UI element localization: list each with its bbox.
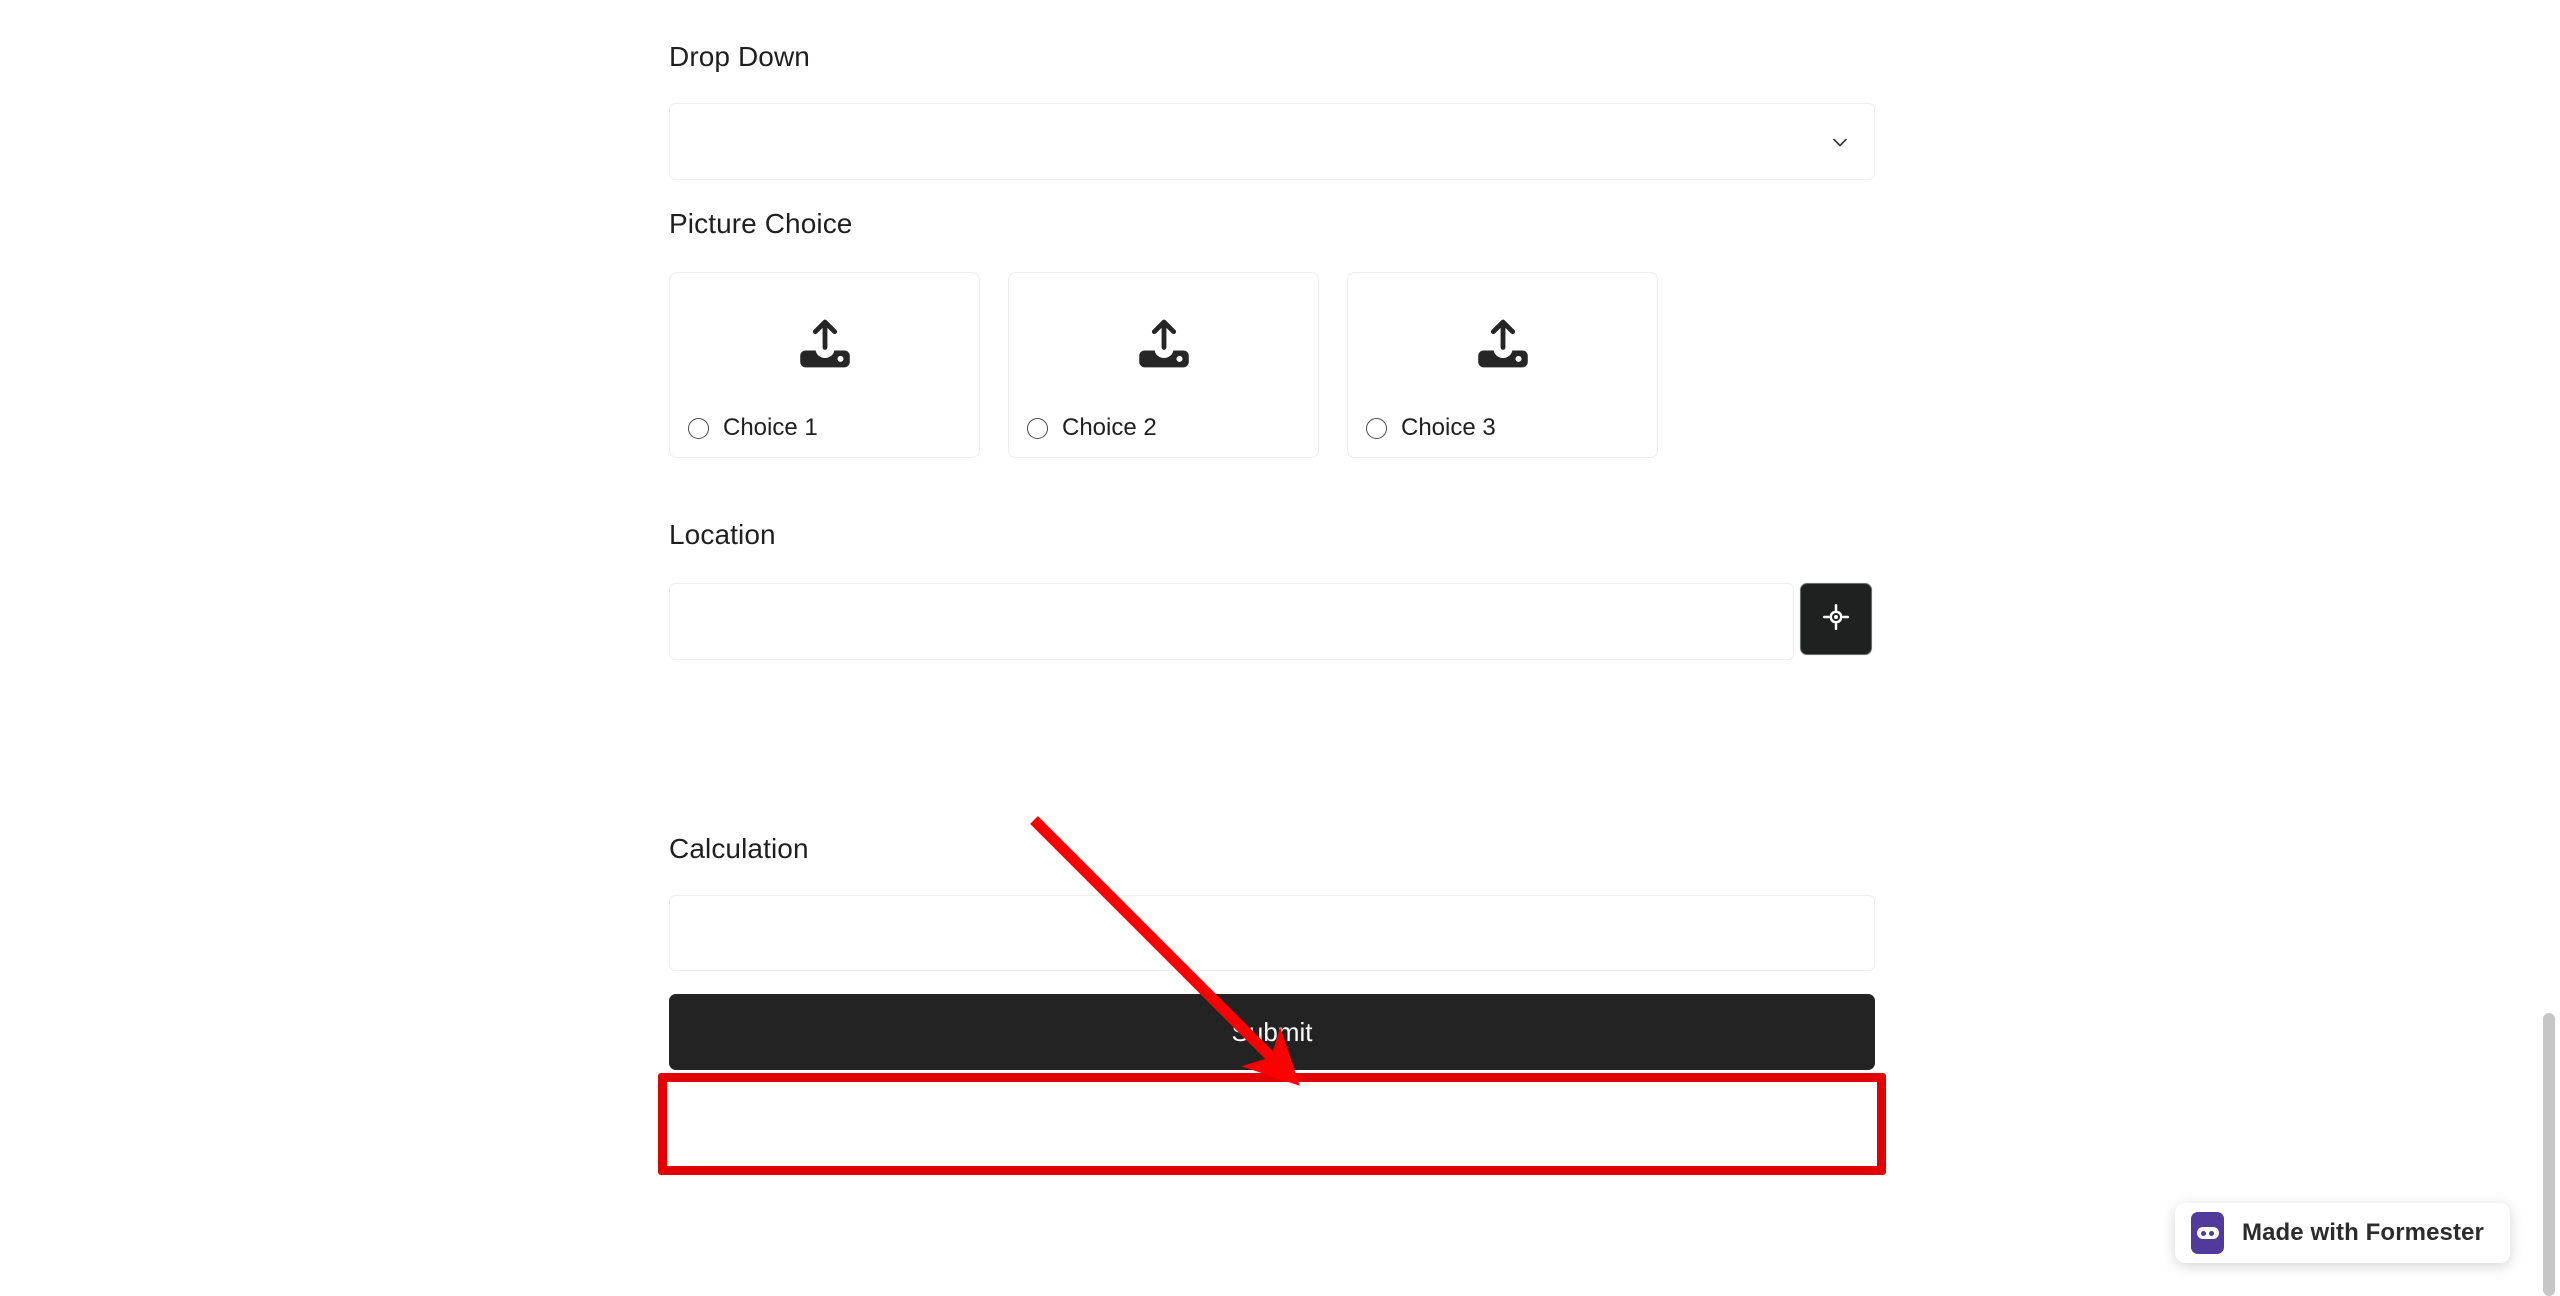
picture-choice-group: Choice 1 Choice 2 Choice 3 <box>669 272 1658 458</box>
location-label: Location <box>669 519 776 550</box>
scrollbar-thumb[interactable] <box>2543 1013 2555 1296</box>
dropdown-label: Drop Down <box>669 41 810 72</box>
picture-choice-option-3[interactable]: Choice 3 <box>1366 415 1496 441</box>
picture-choice-label: Picture Choice <box>669 208 853 239</box>
vertical-scrollbar[interactable] <box>2538 0 2560 1296</box>
geolocate-button[interactable] <box>1800 583 1872 655</box>
picture-choice-option-1[interactable]: Choice 1 <box>688 415 818 441</box>
submit-button[interactable]: Submit <box>669 994 1875 1070</box>
chevron-down-icon <box>1828 130 1852 154</box>
radio-button-choice-2[interactable] <box>1027 417 1048 439</box>
drive-upload-icon <box>1009 311 1318 379</box>
location-row <box>669 583 1875 660</box>
crosshair-locate-icon <box>1821 602 1851 637</box>
picture-choice-label-2: Choice 2 <box>1062 414 1157 441</box>
annotation-highlight-box <box>658 1073 1886 1175</box>
radio-button-choice-3[interactable] <box>1366 417 1387 439</box>
made-with-formester-badge[interactable]: Made with Formester <box>2175 1203 2510 1263</box>
calculation-input[interactable] <box>669 895 1875 971</box>
picture-choice-card-3[interactable]: Choice 3 <box>1347 272 1658 458</box>
calculation-label: Calculation <box>669 833 809 864</box>
drive-upload-icon <box>670 311 979 379</box>
location-input[interactable] <box>669 583 1794 660</box>
form-page: Drop Down Picture Choice Choice 1 Choice… <box>0 0 2560 1296</box>
picture-choice-label-1: Choice 1 <box>723 414 818 441</box>
dropdown-select[interactable] <box>669 103 1875 180</box>
picture-choice-label-3: Choice 3 <box>1401 414 1496 441</box>
picture-choice-option-2[interactable]: Choice 2 <box>1027 415 1157 441</box>
picture-choice-card-1[interactable]: Choice 1 <box>669 272 980 458</box>
radio-button-choice-1[interactable] <box>688 417 709 439</box>
drive-upload-icon <box>1348 311 1657 379</box>
picture-choice-card-2[interactable]: Choice 2 <box>1008 272 1319 458</box>
formester-logo-icon <box>2191 1212 2224 1254</box>
badge-label: Made with Formester <box>2242 1219 2484 1246</box>
